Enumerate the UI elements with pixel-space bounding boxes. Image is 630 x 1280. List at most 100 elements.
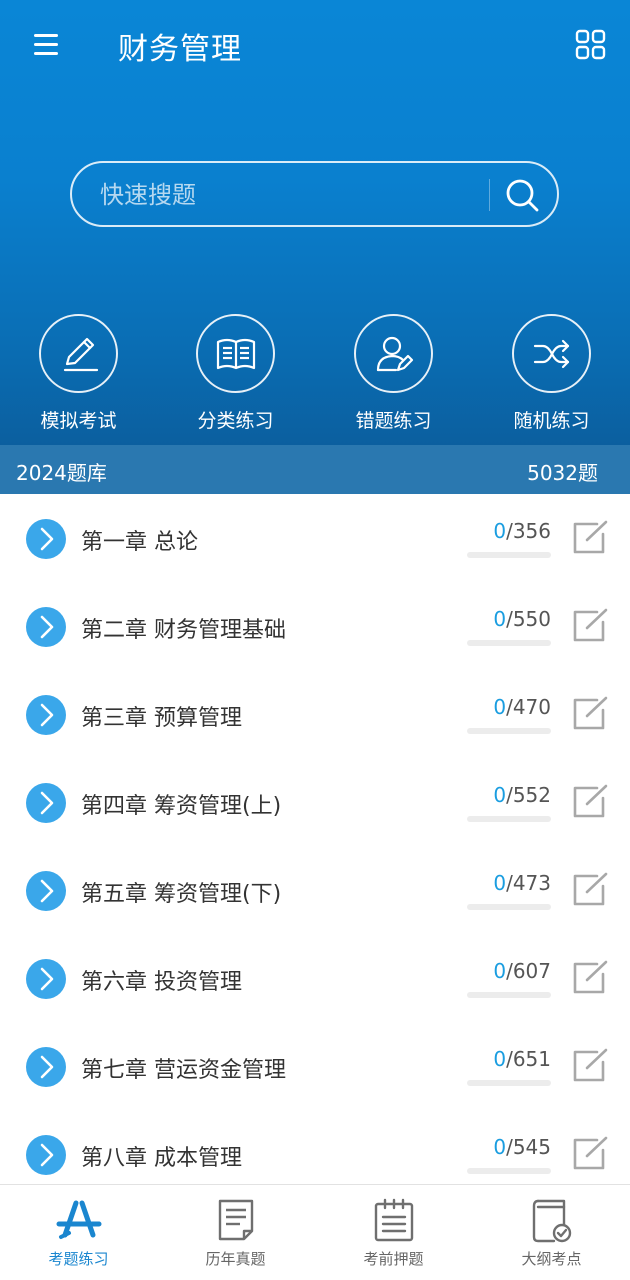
- book-check-icon: [532, 1199, 572, 1243]
- edit-icon[interactable]: [570, 958, 610, 998]
- feature-random-practice[interactable]: 随机练习: [473, 314, 630, 434]
- chapter-done-count: 0: [493, 519, 507, 543]
- notepad-icon: [374, 1198, 414, 1242]
- chevron-right-icon: [26, 519, 66, 559]
- question-bank-total: 5032题: [527, 461, 598, 485]
- edit-icon[interactable]: [570, 518, 610, 558]
- feature-label: 错题练习: [355, 410, 432, 432]
- tab-label: 考题练习: [48, 1250, 109, 1268]
- chapter-done-count: 0: [493, 959, 507, 983]
- chapter-total-count: /651: [506, 1047, 551, 1071]
- header: 财务管理 模拟考试: [0, 0, 630, 445]
- chapter-title: 第四章 筹资管理(上): [81, 794, 282, 819]
- chapter-title: 第五章 筹资管理(下): [81, 882, 282, 907]
- app-store-a-icon: [56, 1200, 102, 1239]
- random-practice-circle: [512, 314, 591, 393]
- chapter-total-count: /473: [506, 871, 551, 895]
- chevron-right-icon: [26, 871, 66, 911]
- chapter-title: 第七章 营运资金管理: [81, 1058, 286, 1083]
- chapter-progress-bar: [467, 816, 551, 822]
- chapter-row[interactable]: 第一章 总论 0/356: [0, 494, 630, 582]
- chevron-right-icon: [26, 959, 66, 999]
- chapter-list: 第一章 总论 0/356 第二章 财务管理基础 0/550 第三章 预算管理 0…: [0, 494, 630, 1184]
- chapter-row[interactable]: 第四章 筹资管理(上) 0/552: [0, 758, 630, 846]
- document-icon: [218, 1199, 254, 1241]
- chapter-title: 第八章 成本管理: [81, 1146, 242, 1171]
- search-icon[interactable]: [502, 175, 542, 215]
- question-bank-bar: 2024题库 5032题: [0, 445, 630, 494]
- edit-icon[interactable]: [570, 782, 610, 822]
- mock-exam-circle: [39, 314, 118, 393]
- wrong-practice-circle: [354, 314, 433, 393]
- page-title: 财务管理: [118, 32, 242, 67]
- feature-row: 模拟考试 分类练习 错题练习 随机练习: [0, 314, 630, 434]
- hamburger-menu-icon[interactable]: [28, 28, 68, 62]
- feature-label: 模拟考试: [40, 410, 117, 432]
- chevron-right-icon: [26, 695, 66, 735]
- chevron-right-icon: [26, 1047, 66, 1087]
- tab-practice[interactable]: 考题练习: [0, 1185, 157, 1280]
- chapter-title: 第六章 投资管理: [81, 970, 242, 995]
- chapter-progress-count: 0/552: [466, 783, 551, 807]
- chapter-progress-bar: [467, 1168, 551, 1174]
- chapter-progress-count: 0/470: [466, 695, 551, 719]
- chapter-done-count: 0: [493, 607, 507, 631]
- feature-mock-exam[interactable]: 模拟考试: [0, 314, 157, 434]
- chapter-title: 第二章 财务管理基础: [81, 618, 286, 643]
- chapter-progress-bar: [467, 552, 551, 558]
- tab-syllabus-points[interactable]: 大纲考点: [473, 1185, 630, 1280]
- bottom-tab-bar: 考题练习 历年真题 考前押题 大纲考点: [0, 1184, 630, 1280]
- chapter-done-count: 0: [493, 1135, 507, 1159]
- chapter-row[interactable]: 第六章 投资管理 0/607: [0, 934, 630, 1022]
- edit-icon[interactable]: [570, 870, 610, 910]
- feature-label: 分类练习: [197, 410, 274, 432]
- category-practice-circle: [196, 314, 275, 393]
- open-book-icon: [216, 338, 256, 370]
- chapter-total-count: /470: [506, 695, 551, 719]
- chapter-progress-count: 0/651: [466, 1047, 551, 1071]
- chapter-total-count: /550: [506, 607, 551, 631]
- question-bank-label: 2024题库: [16, 461, 107, 485]
- chapter-total-count: /356: [506, 519, 551, 543]
- chapter-row[interactable]: 第五章 筹资管理(下) 0/473: [0, 846, 630, 934]
- search-divider: [489, 179, 490, 211]
- chevron-right-icon: [26, 783, 66, 823]
- edit-icon[interactable]: [570, 1046, 610, 1086]
- chapter-row[interactable]: 第二章 财务管理基础 0/550: [0, 582, 630, 670]
- search-input[interactable]: [100, 175, 480, 215]
- chapter-row[interactable]: 第七章 营运资金管理 0/651: [0, 1022, 630, 1110]
- chapter-progress-count: 0/473: [466, 871, 551, 895]
- edit-icon[interactable]: [570, 606, 610, 646]
- tab-past-exams[interactable]: 历年真题: [157, 1185, 314, 1280]
- edit-icon[interactable]: [570, 694, 610, 734]
- chapter-progress-count: 0/545: [466, 1135, 551, 1159]
- chapter-progress-bar: [467, 904, 551, 910]
- chapter-progress-count: 0/550: [466, 607, 551, 631]
- chapter-done-count: 0: [493, 1047, 507, 1071]
- search-box: [70, 161, 559, 227]
- chapter-row[interactable]: 第八章 成本管理 0/545: [0, 1110, 630, 1184]
- tab-label: 历年真题: [205, 1250, 266, 1268]
- tab-label: 大纲考点: [521, 1250, 582, 1268]
- edit-icon[interactable]: [570, 1134, 610, 1174]
- chapter-row[interactable]: 第三章 预算管理 0/470: [0, 670, 630, 758]
- chevron-right-icon: [26, 607, 66, 647]
- chevron-right-icon: [26, 1135, 66, 1175]
- chapter-progress-bar: [467, 728, 551, 734]
- pencil-icon: [63, 337, 99, 372]
- grid-apps-icon[interactable]: [574, 28, 608, 62]
- chapter-done-count: 0: [493, 783, 507, 807]
- chapter-total-count: /545: [506, 1135, 551, 1159]
- tab-label: 考前押题: [363, 1250, 424, 1268]
- chapter-total-count: /607: [506, 959, 551, 983]
- chapter-total-count: /552: [506, 783, 551, 807]
- user-edit-icon: [376, 336, 414, 372]
- feature-label: 随机练习: [513, 410, 590, 432]
- chapter-progress-count: 0/356: [466, 519, 551, 543]
- feature-category-practice[interactable]: 分类练习: [157, 314, 314, 434]
- chapter-title: 第一章 总论: [81, 530, 198, 555]
- tab-predicted-questions[interactable]: 考前押题: [315, 1185, 472, 1280]
- chapter-done-count: 0: [493, 695, 507, 719]
- feature-wrong-practice[interactable]: 错题练习: [315, 314, 472, 434]
- chapter-progress-bar: [467, 1080, 551, 1086]
